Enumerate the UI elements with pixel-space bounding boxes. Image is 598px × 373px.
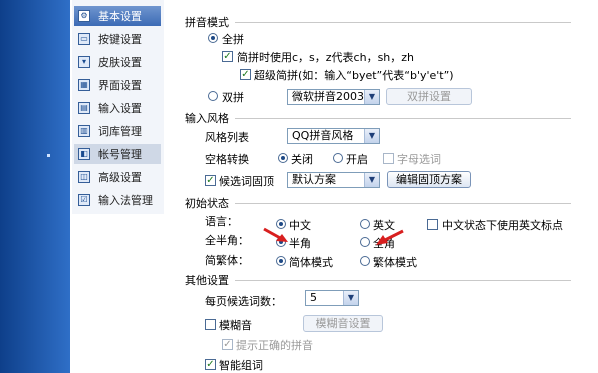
nav-item-keys[interactable]: ▭ 按键设置: [74, 29, 161, 49]
fixed-scheme-select[interactable]: 默认方案 ▼: [287, 172, 380, 188]
space-on-label: 开启: [346, 153, 368, 166]
dictionary-icon: ▥: [78, 125, 90, 137]
full-pinyin-radio[interactable]: [208, 33, 218, 43]
fixed-scheme-value: 默认方案: [292, 173, 336, 186]
width-label: 全半角：: [205, 234, 249, 247]
letter-select-label: 字母选词: [397, 153, 441, 166]
double-scheme-select[interactable]: 微软拼音2003 ▼: [287, 89, 380, 105]
super-simple-checkbox[interactable]: ✓: [240, 69, 251, 80]
space-off-radio[interactable]: [278, 153, 288, 163]
left-background-panel: [0, 0, 70, 373]
nav-item-dictionary[interactable]: ▥ 词库管理: [74, 121, 161, 141]
space-off-label: 关闭: [291, 153, 313, 166]
nav-item-label: 按键设置: [98, 33, 142, 46]
group-divider: [235, 21, 571, 23]
per-page-value: 5: [310, 291, 317, 304]
traditional-label: 繁体模式: [373, 256, 417, 269]
nav-item-basic[interactable]: ⚙ 基本设置: [74, 6, 161, 26]
fixed-top-checkbox[interactable]: ✓: [205, 175, 216, 186]
nav-item-account[interactable]: ◧ 帐号管理: [74, 144, 161, 164]
settings-nav: ⚙ 基本设置 ▭ 按键设置 ▾ 皮肤设置 ▦ 界面设置 ▤ 输入设置 ▥ 词库管…: [72, 0, 165, 214]
group-divider: [235, 117, 571, 119]
simple-pinyin-checkbox[interactable]: ✓: [222, 51, 233, 62]
chevron-down-icon: ▼: [364, 173, 379, 187]
other-group-label: 其他设置: [185, 274, 229, 287]
nav-item-skin[interactable]: ▾ 皮肤设置: [74, 52, 161, 72]
group-divider: [235, 279, 571, 281]
double-pinyin-radio[interactable]: [208, 91, 218, 101]
annotation-arrow-icon: [263, 227, 288, 242]
half-width-label: 半角: [289, 237, 311, 250]
pinyin-group-title: 拼音模式: [185, 14, 571, 30]
style-group-title: 输入风格: [185, 110, 571, 126]
style-list-label: 风格列表: [205, 131, 249, 144]
english-radio[interactable]: [360, 219, 370, 229]
full-pinyin-label: 全拼: [222, 33, 244, 46]
wrench-icon: ⚙: [78, 10, 90, 22]
language-label: 语言：: [205, 215, 238, 228]
style-list-value: QQ拼音风格: [292, 129, 354, 142]
decorative-dot: [47, 154, 50, 157]
nav-item-ime-manage[interactable]: ☑ 输入法管理: [74, 190, 161, 210]
fuzzy-settings-button[interactable]: 模糊音设置: [303, 315, 383, 332]
nav-item-label: 词库管理: [98, 125, 142, 138]
nav-item-label: 皮肤设置: [98, 56, 142, 69]
chevron-down-icon: ▼: [364, 90, 379, 104]
nav-item-advanced[interactable]: ◫ 高级设置: [74, 167, 161, 187]
fuzzy-label: 模糊音: [219, 319, 252, 332]
other-group-title: 其他设置: [185, 272, 571, 288]
nav-item-label: 帐号管理: [98, 148, 142, 161]
nav-item-label: 输入设置: [98, 102, 142, 115]
nav-item-label: 高级设置: [98, 171, 142, 184]
fixed-top-label: 候选词固顶: [219, 175, 274, 188]
nav-item-label: 输入法管理: [98, 194, 153, 207]
super-simple-label: 超级简拼(如：输入“byet”代表“b'y'e't”): [254, 69, 454, 82]
english-punct-checkbox[interactable]: [427, 219, 438, 230]
shirt-icon: ▾: [78, 56, 90, 68]
nav-item-input[interactable]: ▤ 输入设置: [74, 98, 161, 118]
chevron-down-icon: ▼: [343, 291, 358, 305]
nav-item-label: 基本设置: [98, 10, 142, 23]
letter-select-checkbox[interactable]: [383, 153, 394, 164]
advanced-icon: ◫: [78, 171, 90, 183]
hint-pinyin-label: 提示正确的拼音: [236, 339, 313, 352]
pinyin-group-label: 拼音模式: [185, 16, 229, 29]
keyboard-icon: ▭: [78, 33, 90, 45]
chinese-label: 中文: [289, 219, 311, 232]
ime-manage-icon: ☑: [78, 194, 90, 206]
english-punct-label: 中文状态下使用英文标点: [442, 219, 563, 232]
fuzzy-checkbox[interactable]: [205, 319, 216, 330]
group-divider: [235, 202, 571, 204]
per-page-select[interactable]: 5 ▼: [305, 290, 359, 306]
style-group-label: 输入风格: [185, 112, 229, 125]
traditional-radio[interactable]: [360, 256, 370, 266]
space-on-radio[interactable]: [333, 153, 343, 163]
space-convert-label: 空格转换: [205, 153, 249, 166]
annotation-arrow-icon: [376, 229, 404, 245]
nav-item-label: 界面设置: [98, 79, 142, 92]
input-icon: ▤: [78, 102, 90, 114]
double-scheme-value: 微软拼音2003: [292, 90, 364, 103]
full-width-radio[interactable]: [360, 237, 370, 247]
account-icon: ◧: [78, 148, 90, 160]
per-page-label: 每页候选词数：: [205, 295, 282, 308]
hint-pinyin-checkbox[interactable]: ✓: [222, 339, 233, 350]
simplified-label: 简体模式: [289, 256, 333, 269]
style-list-select[interactable]: QQ拼音风格 ▼: [287, 128, 380, 144]
double-pinyin-label: 双拼: [222, 91, 244, 104]
init-group-title: 初始状态: [185, 195, 571, 211]
simplified-radio[interactable]: [276, 256, 286, 266]
simple-pinyin-label: 简拼时使用c，s，z代表ch，sh，zh: [237, 51, 415, 64]
chevron-down-icon: ▼: [364, 129, 379, 143]
smart-group-label: 智能组词: [219, 359, 263, 372]
nav-item-interface[interactable]: ▦ 界面设置: [74, 75, 161, 95]
double-settings-button[interactable]: 双拼设置: [386, 88, 472, 105]
smart-group-checkbox[interactable]: ✓: [205, 359, 216, 370]
window-icon: ▦: [78, 79, 90, 91]
script-label: 简繁体：: [205, 254, 249, 267]
edit-fixed-scheme-button[interactable]: 编辑固顶方案: [387, 171, 471, 188]
init-group-label: 初始状态: [185, 197, 229, 210]
